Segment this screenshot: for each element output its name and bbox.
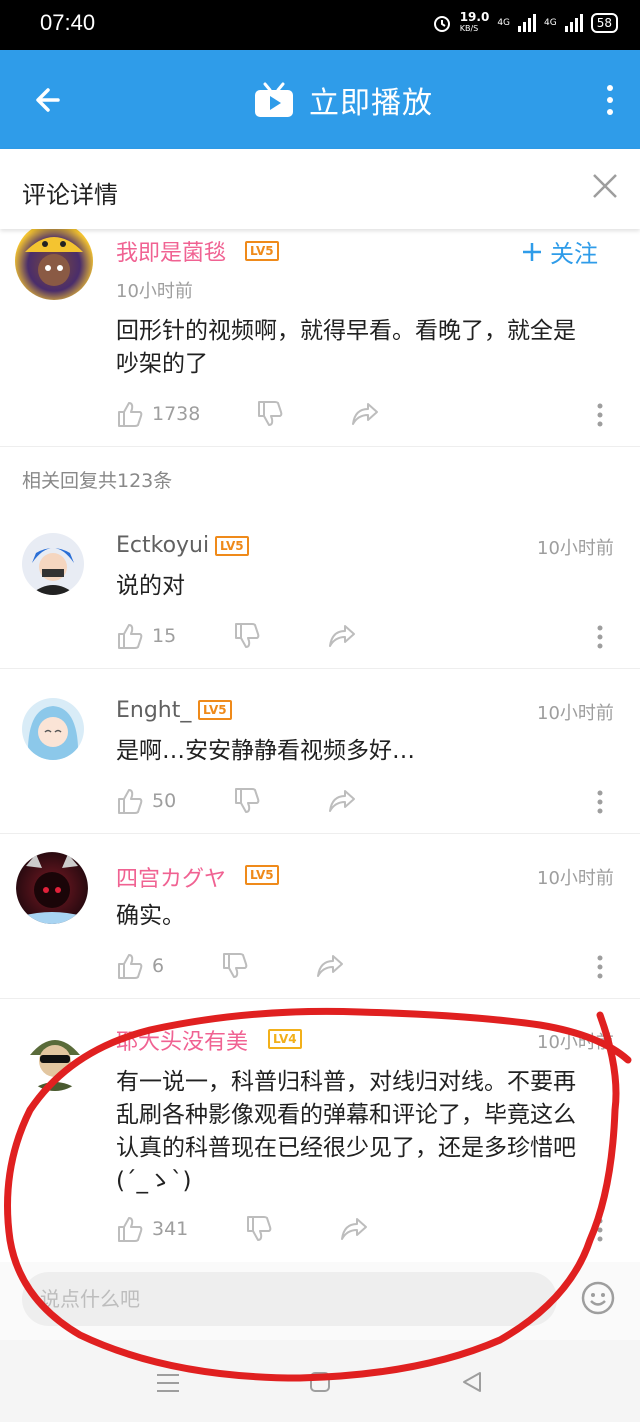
level-badge: LV4 (268, 1029, 302, 1049)
level-badge: LV5 (245, 241, 279, 261)
reply-username[interactable]: 耶大头没有美 (116, 1024, 248, 1056)
more-options-icon[interactable] (592, 954, 608, 980)
signal-icon-1 (518, 14, 537, 32)
level-badge: LV5 (215, 536, 249, 556)
reply-text-line: (´_ゝ`) (116, 1168, 192, 1194)
like-button[interactable]: 15 (116, 622, 176, 650)
network-type-2: 4G (544, 18, 557, 28)
page-title: 评论详情 (22, 181, 118, 209)
like-button[interactable]: 1738 (116, 400, 200, 428)
like-button[interactable]: 50 (116, 787, 176, 815)
like-button[interactable]: 341 (116, 1215, 188, 1243)
close-icon[interactable] (590, 171, 620, 201)
more-options-icon[interactable] (592, 402, 608, 428)
comment-detail-header: 评论详情 (0, 149, 640, 229)
network-speed: 19.0 KB/S (459, 10, 490, 33)
like-button[interactable]: 6 (116, 952, 164, 980)
app-title: 立即播放 (253, 78, 433, 122)
reply-text: 是啊…安安静静看视频多好… (116, 738, 415, 764)
avatar-reply[interactable] (22, 698, 84, 760)
reply-text-line: 认真的科普现在已经很少见了，还是多珍惜吧 (116, 1135, 576, 1161)
comment-username[interactable]: 我即是菌毯 (116, 235, 226, 267)
battery-icon: 58 (590, 13, 618, 33)
divider (0, 446, 640, 447)
more-options-icon[interactable] (592, 624, 608, 650)
reply-time: 10小时前 (537, 538, 614, 559)
like-count: 50 (152, 790, 177, 812)
status-time: 07:40 (40, 10, 96, 35)
reply-text-line: 乱刷各种影像观看的弹幕和评论了，毕竟这么 (116, 1102, 576, 1128)
reply-username[interactable]: Ectkoyui (116, 533, 209, 558)
avatar-art (30, 1040, 80, 1091)
thumbs-up-icon (118, 954, 143, 979)
reply-text: 说的对 (116, 573, 185, 599)
reply-time: 10小时前 (537, 868, 614, 889)
avatar-main[interactable] (15, 222, 93, 300)
like-count: 1738 (152, 403, 201, 425)
level-badge: LV5 (245, 865, 279, 885)
reply-count-label: 相关回复共123条 (22, 470, 173, 492)
like-count: 6 (152, 955, 165, 977)
avatar-reply[interactable] (22, 533, 84, 595)
thumbs-down-icon[interactable] (233, 787, 261, 815)
status-icons: 19.0 KB/S 4G 4G 58 (432, 10, 618, 34)
thumbs-down-icon[interactable] (233, 622, 261, 650)
back-arrow-icon[interactable] (30, 80, 70, 120)
avatar-art (22, 854, 82, 924)
avatar-art (27, 706, 79, 760)
follow-button[interactable]: 关注 (522, 234, 598, 269)
tv-play-icon (255, 82, 293, 117)
reply-username[interactable]: Enght_ (116, 698, 191, 723)
reply-time: 10小时前 (537, 1032, 614, 1053)
comment-input[interactable] (22, 1272, 557, 1326)
back-icon[interactable] (460, 1370, 484, 1394)
signal-icon-2 (564, 14, 583, 32)
reply-time: 10小时前 (537, 703, 614, 724)
comment-input-bar (0, 1262, 640, 1340)
like-count: 341 (152, 1218, 189, 1240)
reply-text: 确实。 (116, 903, 185, 929)
network-type-1: 4G (497, 18, 511, 28)
comment-text-line: 回形针的视频啊，就得早看。看晚了，就全是 (116, 318, 576, 344)
thumbs-up-icon (118, 1217, 143, 1242)
like-count: 15 (152, 625, 177, 647)
thumbs-up-icon (118, 789, 143, 814)
emoji-icon[interactable] (580, 1280, 616, 1316)
thumbs-up-icon (118, 402, 143, 427)
comment-text-line: 吵架的了 (116, 351, 208, 377)
level-badge: LV5 (198, 700, 232, 720)
more-vert-icon[interactable] (600, 80, 620, 120)
share-icon[interactable] (339, 1215, 369, 1243)
comment-time: 10小时前 (116, 281, 193, 302)
share-icon[interactable] (327, 622, 357, 650)
divider (0, 833, 640, 834)
plus-icon (523, 242, 541, 261)
divider (0, 668, 640, 669)
app-bar: 立即播放 (0, 50, 640, 149)
alarm-icon (433, 16, 450, 32)
reply-text-line: 有一说一，科普归科普，对线归对线。不要再 (116, 1069, 576, 1095)
system-nav-bar (0, 1340, 640, 1422)
share-icon[interactable] (315, 952, 345, 980)
avatar-reply[interactable] (22, 1025, 88, 1091)
app-title-text: 立即播放 (309, 86, 433, 121)
more-options-icon[interactable] (592, 789, 608, 815)
thumbs-down-icon[interactable] (221, 952, 249, 980)
status-bar: 07:40 19.0 KB/S 4G 4G 58 (0, 0, 640, 50)
avatar-reply[interactable] (16, 852, 88, 924)
share-icon[interactable] (350, 400, 380, 428)
reply-username[interactable]: 四宫カグヤ (116, 861, 226, 893)
menu-icon[interactable] (155, 1372, 181, 1394)
avatar-art (30, 548, 76, 595)
thumbs-down-icon[interactable] (245, 1215, 273, 1243)
thumbs-up-icon (118, 624, 143, 649)
avatar-art (25, 237, 83, 286)
home-icon[interactable] (308, 1370, 332, 1394)
thumbs-down-icon[interactable] (256, 400, 284, 428)
divider (0, 998, 640, 999)
more-options-icon[interactable] (592, 1217, 608, 1243)
share-icon[interactable] (327, 787, 357, 815)
